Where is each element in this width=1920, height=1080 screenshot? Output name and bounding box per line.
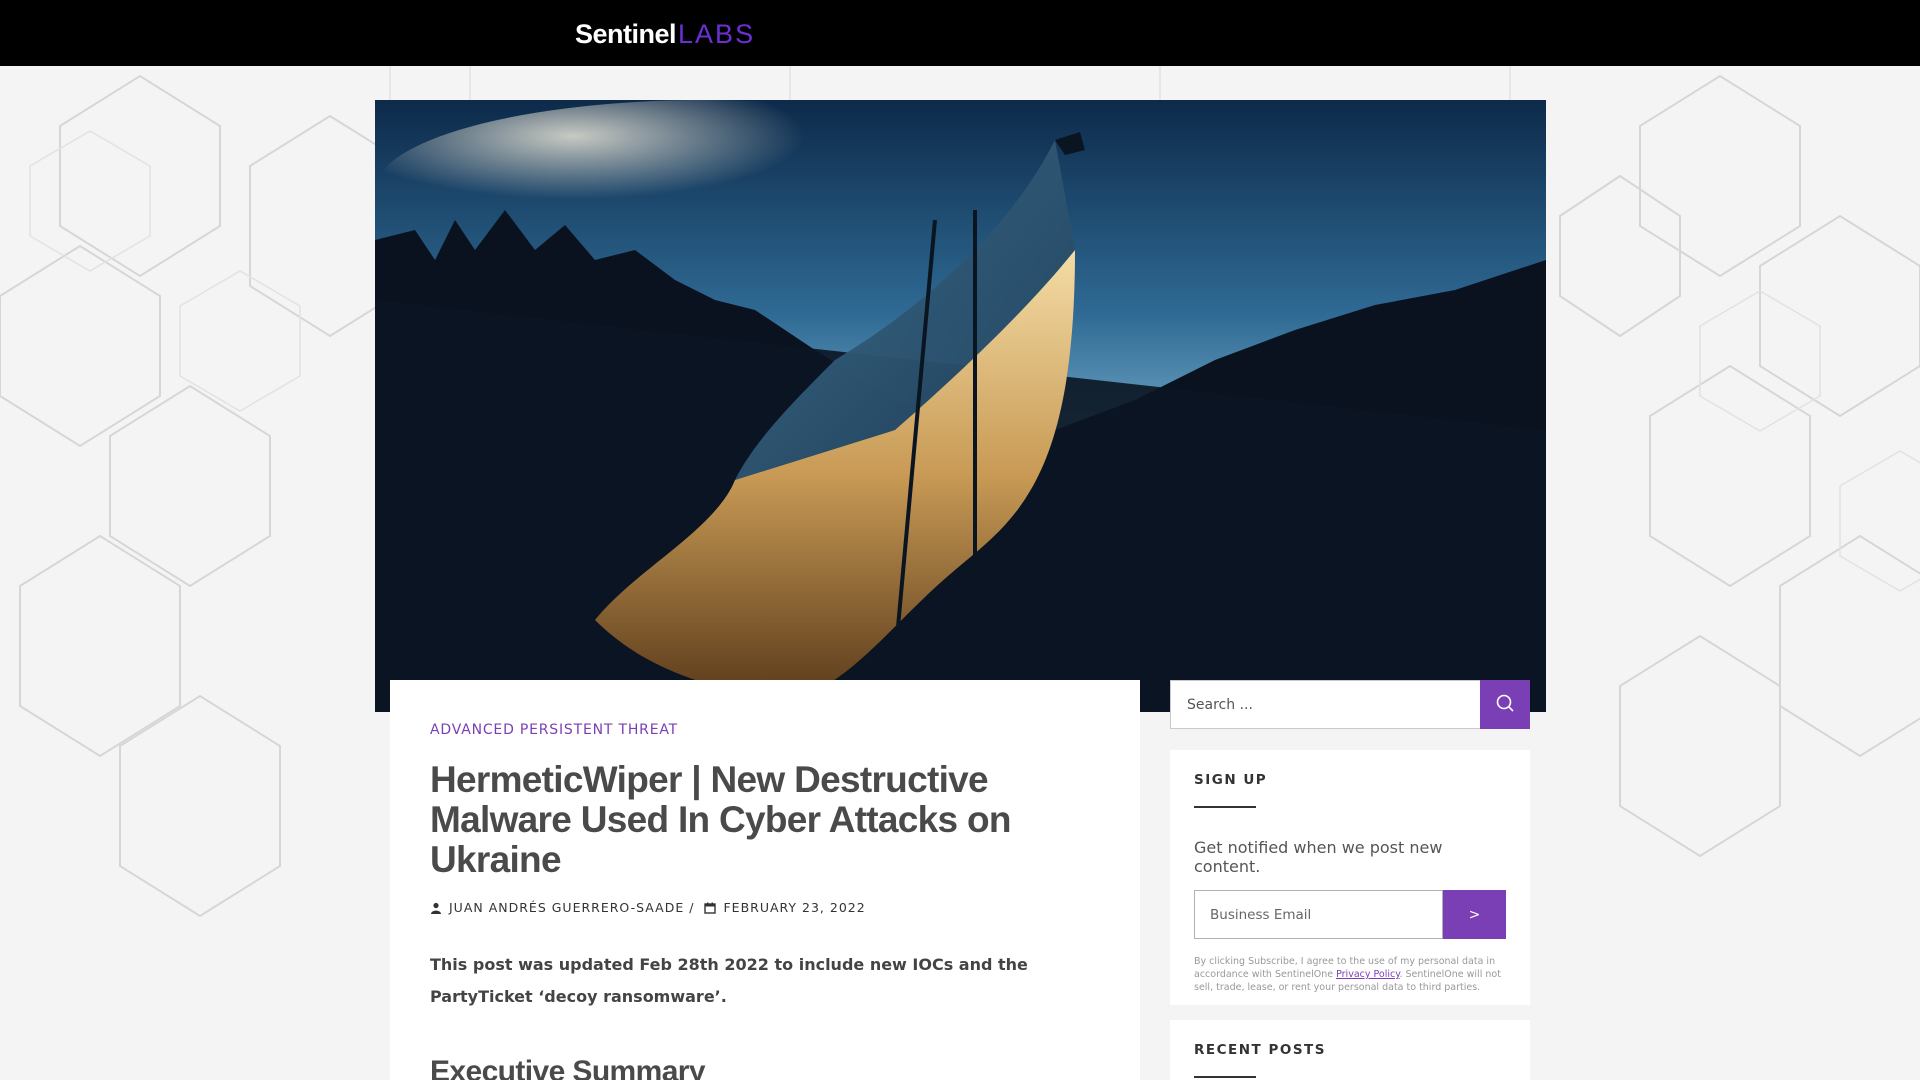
section-heading: Executive Summary	[430, 1055, 706, 1080]
article-card: ADVANCED PERSISTENT THREAT HermeticWiper…	[390, 680, 1140, 1080]
hero-image	[375, 100, 1546, 712]
search-icon	[1495, 693, 1515, 717]
recent-posts-title: RECENT POSTS	[1194, 1042, 1326, 1058]
search-input[interactable]	[1170, 680, 1481, 729]
search-button[interactable]	[1480, 680, 1530, 729]
calendar-icon	[704, 902, 717, 914]
sidebar-search	[1170, 680, 1530, 729]
subscribe-button[interactable]: >	[1443, 890, 1506, 939]
article-date: FEBRUARY 23, 2022	[723, 900, 866, 915]
recent-posts-underline	[1194, 1076, 1256, 1078]
article-intro: This post was updated Feb 28th 2022 to i…	[430, 955, 1028, 1006]
logo-sub-text: LABS	[678, 19, 756, 49]
sentinel-labs-logo[interactable]: Sentinel LABS	[575, 19, 755, 53]
top-navigation-bar: Sentinel LABS	[0, 0, 1920, 66]
signup-widget: SIGN UP Get notified when we post new co…	[1170, 750, 1530, 1005]
recent-posts-widget: RECENT POSTS	[1170, 1020, 1530, 1080]
logo-main-text: Sentinel	[575, 19, 677, 49]
article-author-link[interactable]: JUAN ANDRÉS GUERRERO-SAADE	[449, 900, 684, 915]
signup-title: SIGN UP	[1194, 772, 1268, 788]
article-category-link[interactable]: ADVANCED PERSISTENT THREAT	[430, 722, 1100, 738]
signup-form: >	[1194, 890, 1506, 939]
privacy-policy-link[interactable]: Privacy Policy	[1336, 969, 1399, 980]
signup-description: Get notified when we post new content.	[1194, 838, 1443, 876]
signup-title-underline	[1194, 806, 1256, 808]
meta-separator: /	[689, 900, 695, 915]
signup-legal-text: By clicking Subscribe, I agree to the us…	[1194, 955, 1504, 994]
article-title: HermeticWiper | New Destructive Malware …	[430, 759, 1011, 880]
article-meta: JUAN ANDRÉS GUERRERO-SAADE / FEBRUARY 23…	[430, 900, 1100, 915]
user-icon	[430, 902, 442, 914]
business-email-input[interactable]	[1194, 890, 1443, 939]
